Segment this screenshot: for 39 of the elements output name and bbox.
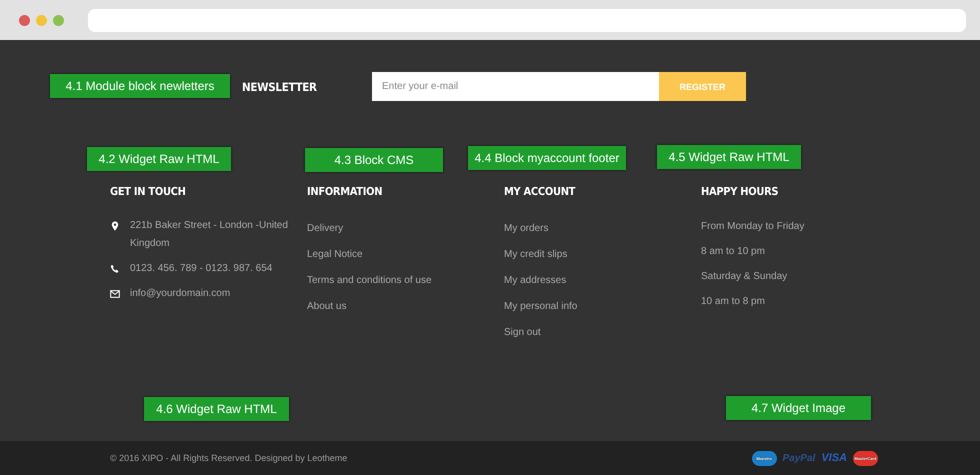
footer-link[interactable]: Terms and conditions of use [307,273,432,289]
hours-text: Saturday & Sunday [701,270,788,284]
email-field[interactable]: Enter your e-mail [372,72,659,101]
section-label: 4.3 Block CMS [305,148,443,172]
column-heading: GET IN TOUCH [110,185,187,200]
phone-icon [110,264,120,274]
footer-link[interactable]: My addresses [504,273,566,289]
close-window-icon[interactable] [19,14,30,26]
column-heading: INFORMATION [307,185,384,200]
section-label: 4.5 Widget Raw HTML [657,145,801,169]
section-label: 4.1 Module block newletters [50,74,230,98]
hours-text: 8 am to 10 pm [701,245,765,259]
hours-text: 10 am to 8 pm [701,295,765,309]
footer-link[interactable]: Sign out [504,325,541,341]
address-bar[interactable] [88,8,966,32]
footer-link[interactable]: My personal info [504,299,578,315]
location-pin-icon [110,221,120,231]
contact-text: info@yourdomain.com [130,287,232,301]
contact-text: 0123. 456. 789 - 0123. 987. 654 [130,262,274,276]
copyright-text: © 2016 XIPO - All Rights Reserved. Designed by Leotheme [110,453,348,463]
section-label: 4.2 Widget Raw HTML [87,147,231,171]
section-label: 4.4 Block myaccount footer [468,146,626,170]
hours-text: From Monday to Friday [701,220,804,234]
footer-link[interactable]: My credit slips [504,247,568,263]
footer-link[interactable]: Legal Notice [307,247,363,263]
column-heading: MY ACCOUNT [504,185,576,200]
newsletter-heading: NEWSLETTER [242,80,318,94]
minimize-window-icon[interactable] [36,14,47,26]
contact-text: 221b Baker Street - London -United Kingdom [130,219,289,251]
paypal-logo: PayPal [782,452,816,464]
section-label: 4.6 Widget Raw HTML [144,397,289,421]
footer-link[interactable]: Delivery [307,221,344,237]
footer-link[interactable]: My orders [504,221,548,237]
footer-link[interactable]: About us [307,299,346,315]
mail-icon [110,289,120,299]
visa-logo: VISA [821,452,847,464]
section-label: 4.7 Widget Image [726,396,871,420]
column-heading: HAPPY HOURS [701,185,780,200]
maximize-window-icon[interactable] [53,14,64,26]
